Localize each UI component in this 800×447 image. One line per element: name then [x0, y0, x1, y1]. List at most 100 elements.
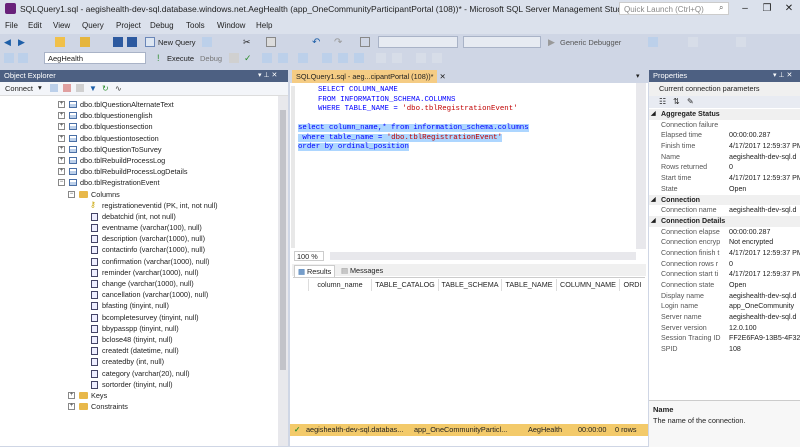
comment-icon[interactable]: [376, 53, 386, 63]
connect-button[interactable]: Connect: [5, 84, 33, 93]
execute-icon[interactable]: !: [157, 53, 167, 63]
property-row[interactable]: Rows returned 0: [649, 162, 800, 173]
platform-dropdown[interactable]: [463, 36, 541, 48]
column-header[interactable]: TABLE_NAME: [502, 279, 557, 291]
tree-node-column[interactable]: ⚷ registrationeventid (PK, int, not null…: [0, 200, 278, 211]
menu-window[interactable]: Window: [217, 21, 245, 30]
expand-icon[interactable]: +: [58, 112, 65, 120]
property-row[interactable]: Finish time 4/17/2017 12:59:37 PM: [649, 141, 800, 152]
parse-icon[interactable]: ✓: [244, 53, 254, 63]
paste-icon[interactable]: [266, 37, 276, 47]
tree-node-column[interactable]: bclose48 (tinyint, null): [0, 334, 278, 345]
database-dropdown[interactable]: AegHealth: [44, 52, 146, 64]
execute-button[interactable]: Execute: [167, 54, 194, 63]
property-row[interactable]: Display name aegishealth-dev-sql.d: [649, 291, 800, 302]
alphabetical-icon[interactable]: ⇅: [673, 97, 680, 106]
expand-icon[interactable]: +: [58, 168, 65, 176]
expand-icon[interactable]: +: [58, 123, 65, 131]
column-header[interactable]: column_name: [309, 279, 372, 291]
redo-icon[interactable]: ↷: [334, 37, 344, 48]
zoom-dropdown[interactable]: 100 %: [294, 251, 324, 261]
categorized-icon[interactable]: ☷: [659, 97, 666, 106]
solution-config-dropdown[interactable]: [378, 36, 458, 48]
column-header[interactable]: TABLE_CATALOG: [372, 279, 439, 291]
maximize-button[interactable]: ❐: [756, 1, 778, 17]
minimize-button[interactable]: –: [734, 1, 756, 17]
property-row[interactable]: Name aegishealth-dev-sql.d: [649, 152, 800, 163]
tree-node-column[interactable]: debatchid (int, not null): [0, 211, 278, 222]
tree-node-columns-folder[interactable]: − Columns: [0, 189, 278, 200]
sql-code[interactable]: SELECT COLUMN_NAME FROM INFORMATION_SCHE…: [298, 86, 638, 246]
expand-icon[interactable]: +: [58, 101, 65, 108]
collapse-icon[interactable]: ◢: [651, 109, 656, 120]
connect-server-icon[interactable]: [50, 84, 58, 92]
column-header[interactable]: COLUMN_NAME: [557, 279, 620, 291]
expand-icon[interactable]: +: [58, 145, 65, 153]
debug-button[interactable]: Debug: [200, 54, 222, 63]
indent-icon[interactable]: [416, 53, 426, 63]
property-row[interactable]: Server version 12.0.100: [649, 323, 800, 334]
tab-dropdown-icon[interactable]: ▾: [636, 72, 640, 80]
intellisense-icon[interactable]: [278, 53, 288, 63]
forward-icon[interactable]: ▶: [18, 37, 28, 47]
tree-node-column[interactable]: change (varchar(1000), null): [0, 278, 278, 289]
property-row[interactable]: State Open: [649, 184, 800, 195]
property-row[interactable]: Connection failure: [649, 120, 800, 131]
uncomment-icon[interactable]: [392, 53, 402, 63]
save-icon[interactable]: [113, 37, 123, 47]
property-category[interactable]: ◢ Connection: [649, 194, 800, 206]
expand-icon[interactable]: +: [68, 403, 75, 411]
menu-query[interactable]: Query: [82, 21, 104, 30]
quick-launch-input[interactable]: Quick Launch (Ctrl+Q): [619, 2, 729, 15]
property-row[interactable]: Connection rows r 0: [649, 259, 800, 270]
expand-icon[interactable]: +: [58, 134, 65, 142]
db-query-icon[interactable]: [202, 37, 212, 47]
open-file-icon[interactable]: [80, 37, 90, 47]
tree-node-column[interactable]: createdby (int, null): [0, 356, 278, 367]
editor-horizontal-scrollbar[interactable]: [330, 252, 636, 260]
column-header[interactable]: TABLE_SCHEMA: [439, 279, 502, 291]
property-row[interactable]: Session Tracing ID FF2E6FA9-13B5-4F32: [649, 333, 800, 344]
tree-node-column[interactable]: bcompletesurvey (tinyint, null): [0, 312, 278, 323]
menu-view[interactable]: View: [53, 21, 70, 30]
save-all-icon[interactable]: [127, 37, 137, 47]
menu-edit[interactable]: Edit: [28, 21, 42, 30]
property-category[interactable]: ◢ Aggregate Status: [649, 109, 800, 120]
close-button[interactable]: ✕: [778, 1, 800, 17]
property-row[interactable]: Elapsed time 00:00:00.287: [649, 130, 800, 141]
menu-help[interactable]: Help: [256, 21, 272, 30]
properties-object-selector[interactable]: Current connection parameters: [649, 82, 800, 96]
tree-node-table[interactable]: + dbo.tblQuestionAlternateText: [0, 99, 278, 110]
tab-close-icon[interactable]: ✕: [440, 72, 446, 81]
new-query-icon[interactable]: [145, 37, 155, 47]
results-grid[interactable]: column_name TABLE_CATALOG TABLE_SCHEMA T…: [293, 277, 645, 425]
new-query-button[interactable]: New Query: [158, 38, 196, 47]
results-file-icon[interactable]: [354, 53, 364, 63]
start-icon[interactable]: ▶: [548, 37, 558, 47]
editor-vertical-scrollbar[interactable]: [636, 83, 646, 249]
results-text-icon[interactable]: [322, 53, 332, 63]
cut-icon[interactable]: ✂: [243, 37, 253, 47]
stop-icon[interactable]: [76, 84, 84, 92]
expand-icon[interactable]: +: [58, 156, 65, 164]
estimated-plan-icon[interactable]: [262, 53, 272, 63]
tab-results[interactable]: ▦ Results: [294, 265, 336, 277]
tree-node-column[interactable]: bbypasspp (tinyint, null): [0, 323, 278, 334]
column-header[interactable]: ORDI: [620, 279, 645, 291]
expand-icon[interactable]: +: [68, 391, 75, 399]
tree-node-table[interactable]: + dbo.tblquestionsection: [0, 121, 278, 132]
tree-node-table[interactable]: + dbo.tblRebuildProcessLogDetails: [0, 166, 278, 177]
disconnect-icon[interactable]: [63, 84, 71, 92]
tree-node-column[interactable]: eventname (varchar(100), null): [0, 222, 278, 233]
menu-project[interactable]: Project: [116, 21, 141, 30]
tree-node-table[interactable]: + dbo.tblRebuildProcessLog: [0, 155, 278, 166]
find-icon[interactable]: [648, 37, 658, 47]
menu-debug[interactable]: Debug: [150, 21, 174, 30]
results-grid-icon[interactable]: [338, 53, 348, 63]
menu-file[interactable]: File: [5, 21, 18, 30]
property-row[interactable]: Connection encryp Not encrypted: [649, 237, 800, 248]
property-row[interactable]: Connection elapse 00:00:00.287: [649, 227, 800, 238]
property-row[interactable]: Login name app_OneCommunity: [649, 301, 800, 312]
tree-node-keys-folder[interactable]: + Keys: [0, 390, 278, 401]
property-row[interactable]: SPID 108: [649, 344, 800, 355]
